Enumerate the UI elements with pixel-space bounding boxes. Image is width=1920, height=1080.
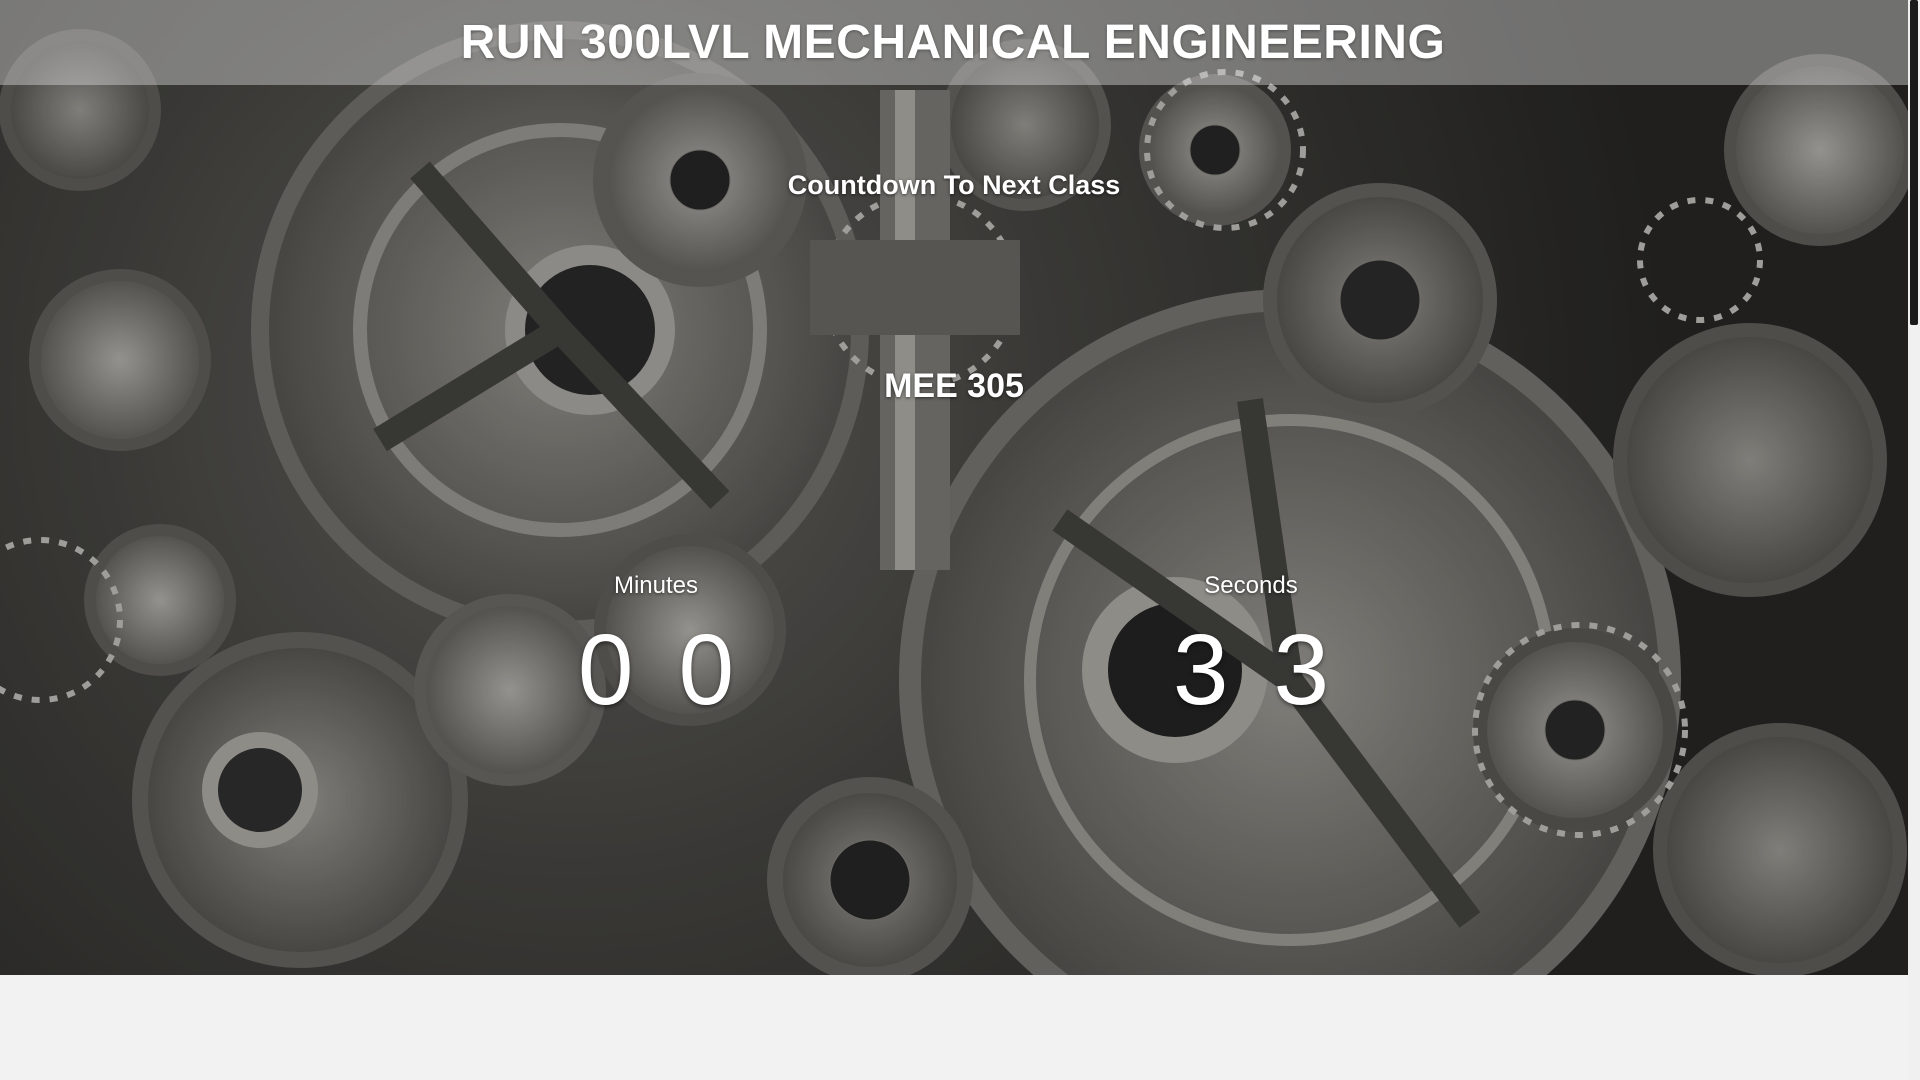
minutes-counter: Minutes 0 0: [476, 572, 836, 720]
minutes-digits: 0 0: [476, 620, 836, 720]
minutes-digit-tens: 0: [577, 614, 634, 726]
page-title: RUN 300LVL MECHANICAL ENGINEERING: [460, 16, 1446, 69]
seconds-counter: Seconds 3 3: [1071, 572, 1431, 720]
seconds-digit-ones: 3: [1273, 614, 1330, 726]
vertical-scrollbar[interactable]: [1908, 0, 1920, 1080]
countdown-heading: Countdown To Next Class: [787, 170, 1121, 200]
course-code: MEE 305: [884, 367, 1024, 405]
title-bar: RUN 300LVL MECHANICAL ENGINEERING: [0, 0, 1908, 85]
background-overlay: [0, 0, 1908, 975]
seconds-label: Seconds: [1204, 572, 1298, 599]
minutes-digit-ones: 0: [678, 614, 735, 726]
minutes-label: Minutes: [613, 572, 699, 599]
hero-background: RUN 300LVL MECHANICAL ENGINEERING Countd…: [0, 0, 1908, 975]
seconds-digit-tens: 3: [1172, 614, 1229, 726]
scrollbar-thumb[interactable]: [1910, 0, 1918, 325]
seconds-digits: 3 3: [1071, 620, 1431, 720]
page: RUN 300LVL MECHANICAL ENGINEERING Countd…: [0, 0, 1920, 1080]
